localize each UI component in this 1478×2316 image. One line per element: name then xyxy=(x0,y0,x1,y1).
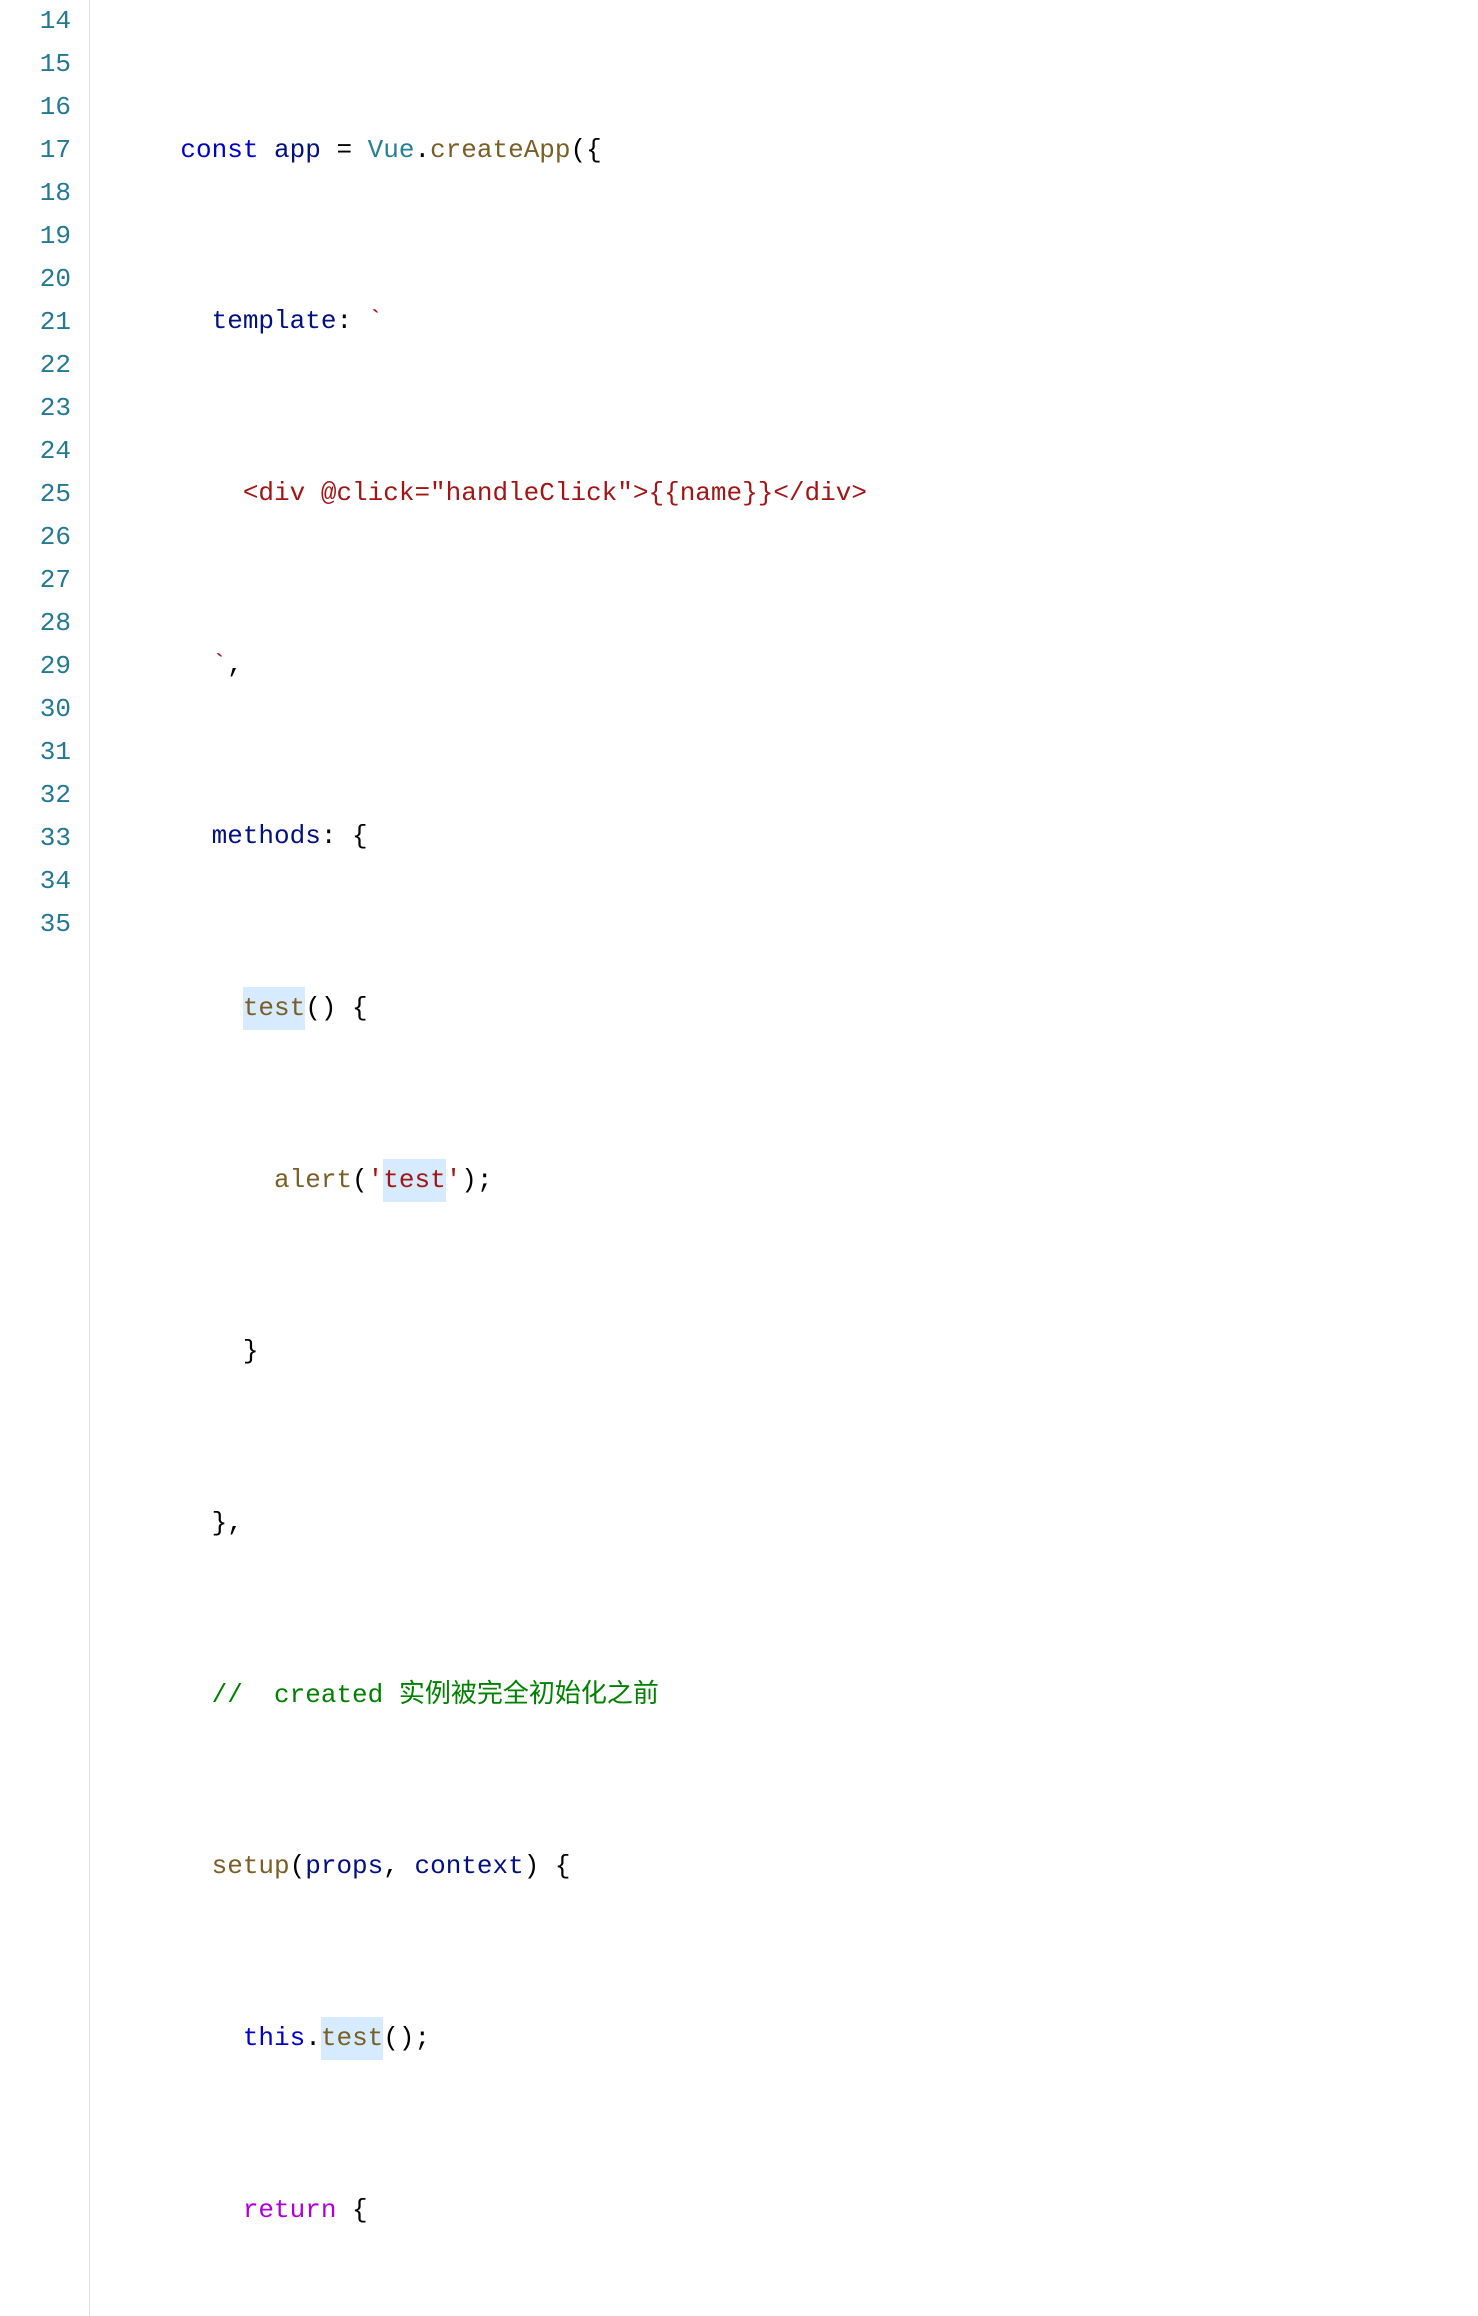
code-line[interactable]: } xyxy=(118,1330,867,1373)
keyword-this: this xyxy=(243,2017,305,2060)
line-number: 28 xyxy=(0,602,71,645)
line-number-gutter: 14 15 16 17 18 19 20 21 22 23 24 25 26 2… xyxy=(0,0,90,2316)
code-line[interactable]: alert('test'); xyxy=(118,1159,867,1202)
code-line[interactable]: return { xyxy=(118,2189,867,2232)
class-name: Vue xyxy=(368,129,415,172)
line-number: 22 xyxy=(0,344,71,387)
line-number: 24 xyxy=(0,430,71,473)
method-name: setup xyxy=(212,1845,290,1888)
keyword-const: const xyxy=(180,129,258,172)
line-number: 21 xyxy=(0,301,71,344)
line-number: 35 xyxy=(0,903,71,946)
comment: // created xyxy=(212,1674,384,1717)
method-call-highlighted: test xyxy=(321,2017,383,2060)
line-number: 34 xyxy=(0,860,71,903)
code-line[interactable]: template: ` xyxy=(118,300,867,343)
code-editor[interactable]: const app = Vue.createApp({ template: ` … xyxy=(90,0,867,2316)
line-number: 30 xyxy=(0,688,71,731)
line-number: 20 xyxy=(0,258,71,301)
string-highlighted: test xyxy=(383,1159,445,1202)
line-number: 27 xyxy=(0,559,71,602)
property: methods xyxy=(212,815,321,858)
method-name-highlighted: test xyxy=(243,987,305,1030)
line-number: 16 xyxy=(0,86,71,129)
variable: app xyxy=(274,129,321,172)
code-line[interactable]: <div @click="handleClick">{{name}}</div> xyxy=(118,472,867,515)
template-literal-content: <div @click="handleClick">{{name}}</div> xyxy=(243,472,867,515)
code-line[interactable]: // created 实例被完全初始化之前 xyxy=(118,1674,867,1717)
keyword-return: return xyxy=(243,2189,337,2232)
code-line[interactable]: test() { xyxy=(118,987,867,1030)
method-call: createApp xyxy=(430,129,570,172)
function-call: alert xyxy=(274,1159,352,1202)
line-number: 29 xyxy=(0,645,71,688)
code-line[interactable]: this.test(); xyxy=(118,2017,867,2060)
code-line[interactable]: setup(props, context) { xyxy=(118,1845,867,1888)
comment: 实例被完全初始化之前 xyxy=(383,1674,659,1717)
code-line[interactable]: methods: { xyxy=(118,815,867,858)
line-number: 14 xyxy=(0,0,71,43)
code-line[interactable]: const app = Vue.createApp({ xyxy=(118,129,867,172)
parameter: props xyxy=(305,1845,383,1888)
line-number: 18 xyxy=(0,172,71,215)
parameter: context xyxy=(414,1845,523,1888)
template-literal: ` xyxy=(212,644,228,687)
code-line[interactable]: `, xyxy=(118,644,867,687)
line-number: 15 xyxy=(0,43,71,86)
property: template xyxy=(212,300,337,343)
line-number: 31 xyxy=(0,731,71,774)
line-number: 26 xyxy=(0,516,71,559)
code-line[interactable]: }, xyxy=(118,1502,867,1545)
line-number: 23 xyxy=(0,387,71,430)
line-number: 17 xyxy=(0,129,71,172)
line-number: 25 xyxy=(0,473,71,516)
line-number: 33 xyxy=(0,817,71,860)
line-number: 32 xyxy=(0,774,71,817)
template-literal: ` xyxy=(368,300,384,343)
line-number: 19 xyxy=(0,215,71,258)
